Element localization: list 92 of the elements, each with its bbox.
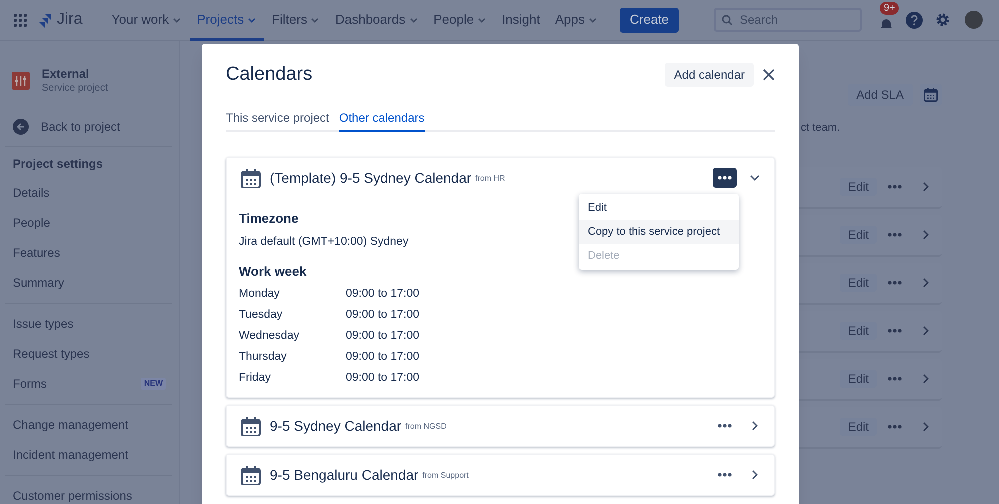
menu-item[interactable]: Copy to this service project [579, 220, 739, 244]
sidebar-item[interactable]: Customer permissions [5, 481, 172, 504]
search-icon [722, 15, 733, 26]
edit-button[interactable]: Edit [840, 370, 877, 388]
edit-button[interactable]: Edit [840, 226, 877, 244]
day-label: Tuesday [239, 308, 284, 324]
project-name: External [42, 67, 90, 82]
calendar-icon [924, 88, 938, 102]
app-grid-icon[interactable] [14, 14, 27, 26]
calendar-name: 9-5 Bengaluru Calendar [270, 466, 419, 485]
nav-menu-item[interactable]: Apps [548, 0, 606, 40]
project-type: Service project [42, 82, 108, 95]
more-icon [718, 176, 732, 180]
more-icon[interactable] [888, 329, 902, 333]
help-icon[interactable] [906, 12, 923, 28]
nav-menu-item[interactable]: People [426, 0, 494, 40]
dialog-title: Calendars [226, 62, 314, 87]
more-icon [718, 424, 732, 428]
menu-item[interactable]: Edit [579, 196, 739, 220]
chevron-right-icon[interactable] [752, 421, 758, 432]
sidebar-item[interactable]: Summary [5, 268, 172, 298]
working-hours: 09:00 to 17:00 [346, 287, 420, 302]
day-label: Thursday [239, 350, 288, 366]
edit-button[interactable]: Edit [840, 274, 877, 292]
chevron-right-icon[interactable] [923, 374, 929, 384]
avatar[interactable] [965, 11, 983, 29]
menu-item: Delete [587, 248, 621, 264]
more-icon[interactable] [888, 233, 902, 237]
project-icon [12, 72, 30, 90]
tab[interactable]: Other calendars [339, 109, 425, 132]
create-button[interactable]: Create [620, 8, 680, 32]
back-to-project-link[interactable]: Back to project [5, 118, 172, 136]
logo-icon [38, 12, 52, 28]
sidebar-item[interactable]: Request types [5, 339, 172, 369]
more-icon[interactable] [888, 377, 902, 381]
calendar-icon [241, 168, 261, 188]
calendar-source: from HR [476, 173, 506, 185]
more-icon[interactable] [888, 185, 902, 189]
sidebar-item[interactable]: Features [5, 238, 172, 268]
more-actions-button[interactable] [713, 168, 737, 188]
sidebar-item[interactable]: Details [5, 178, 172, 208]
section-heading: Timezone [239, 210, 299, 228]
settings-icon[interactable] [935, 12, 951, 28]
sidebar-item[interactable]: Incident management [5, 440, 172, 470]
nav-menu-item[interactable]: Dashboards [328, 0, 426, 40]
add-calendar-button[interactable]: Add calendar [665, 63, 754, 87]
bell-icon[interactable] [880, 18, 892, 30]
chevron-right-icon[interactable] [923, 278, 929, 288]
chevron-right-icon[interactable] [923, 230, 929, 240]
sidebar-item[interactable]: Forms [13, 375, 47, 393]
more-icon[interactable] [888, 425, 902, 429]
chevron-right-icon[interactable] [923, 422, 929, 432]
sidebar-item[interactable]: Change management [5, 410, 172, 440]
sidebar-item[interactable]: People [5, 208, 172, 238]
section-heading: Work week [239, 262, 307, 281]
nav-menu-item[interactable]: Your work [104, 0, 190, 40]
calendar-source: from NGSD [406, 421, 447, 434]
tab[interactable]: This service project [226, 109, 330, 132]
calendar-source: from Support [422, 470, 469, 482]
description-text: ct team. [801, 121, 840, 135]
new-badge: NEW [141, 378, 166, 390]
day-label: Wednesday [239, 329, 301, 344]
edit-button[interactable]: Edit [840, 322, 877, 340]
nav-menu-item[interactable]: Filters [265, 0, 328, 40]
more-icon [718, 473, 732, 478]
more-icon[interactable] [888, 281, 902, 285]
working-hours: 09:00 to 17:00 [346, 371, 420, 386]
sidebar-heading: Project settings [12, 156, 104, 173]
calendar-icon [241, 466, 261, 485]
working-hours: 09:00 to 17:00 [346, 308, 420, 324]
calendar-icon [241, 416, 261, 436]
day-label: Friday [239, 371, 272, 386]
close-icon[interactable] [763, 69, 775, 81]
calendar-name: (Template) 9-5 Sydney Calendar [270, 168, 472, 188]
timezone-text: Jira default (GMT+10:00) Sydney [239, 234, 409, 250]
calendar-name: 9-5 Sydney Calendar [270, 416, 402, 436]
edit-button[interactable]: Edit [840, 178, 877, 196]
notification-badge: 9+ [880, 2, 900, 15]
nav-menu-item[interactable]: Insight [495, 0, 548, 40]
chevron-right-icon[interactable] [923, 182, 929, 192]
nav-menu-item[interactable]: Projects [190, 0, 264, 40]
chevron-right-icon[interactable] [752, 470, 758, 480]
jira-logo[interactable]: Jira [38, 8, 83, 32]
day-label: Monday [239, 287, 281, 302]
sidebar-item[interactable]: Issue types [5, 309, 172, 339]
chevron-down-icon[interactable] [750, 175, 760, 181]
add-sla-button[interactable]: Add SLA [848, 84, 913, 106]
working-hours: 09:00 to 17:00 [346, 329, 420, 344]
chevron-right-icon[interactable] [923, 326, 929, 336]
edit-button[interactable]: Edit [840, 418, 877, 436]
working-hours: 09:00 to 17:00 [346, 350, 420, 366]
search-field[interactable]: Search [714, 8, 862, 32]
